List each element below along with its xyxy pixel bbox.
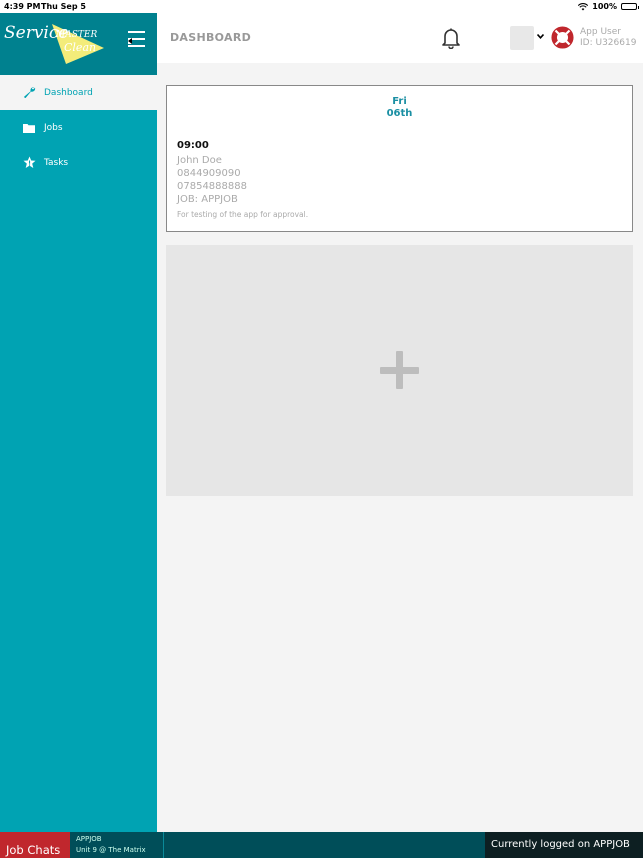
appointment-date: Fri 06th [167,96,632,120]
star-badge-icon [22,156,36,170]
customer-phone: 0844909090 [177,168,241,179]
footer-divider [163,832,164,858]
sidebar-item-dashboard[interactable]: Dashboard [0,75,157,110]
appointment-day-number: 06th [386,108,413,119]
lifebuoy-help-icon[interactable] [551,26,574,53]
current-job-code: APPJOB [76,835,102,843]
logged-status: Currently logged on APPJOB [485,832,643,858]
appointment-time: 09:00 [177,140,209,151]
appointment-card[interactable]: Fri 06th 09:00 John Doe 0844909090 07854… [166,85,633,232]
chevron-down-icon[interactable] [536,32,545,41]
collapse-arrow-icon [128,38,132,44]
top-header: DASHBOARD App User ID: U326619 [157,13,643,63]
sidebar: Service MASTER Clean Dashboard Jobs Task… [0,13,157,832]
sidebar-item-label: Jobs [44,122,63,133]
customer-name: John Doe [177,155,222,166]
sidebar-item-label: Dashboard [44,87,93,98]
status-date: Thu Sep 5 [41,2,86,11]
user-id: ID: U326619 [580,38,637,48]
company-avatar[interactable] [510,26,534,50]
current-job-address: Unit 9 @ The Matrix [76,846,146,854]
job-chats-button[interactable]: Job Chats [0,832,70,858]
folder-icon [22,121,36,135]
user-name: App User [580,27,621,37]
menu-toggle-button[interactable] [122,31,148,51]
status-right: 100% [578,2,639,11]
status-bar: 4:39 PM Thu Sep 5 100% [0,0,643,13]
appointment-day: Fri [392,96,407,107]
logo-master: MASTER [56,30,98,40]
page-title: DASHBOARD [170,31,252,44]
job-reference: JOB: APPJOB [177,194,238,205]
battery-icon [621,3,639,10]
sidebar-item-label: Tasks [44,157,69,168]
job-note: For testing of the app for approval. [177,210,309,219]
customer-mobile: 07854888888 [177,181,247,192]
sidebar-item-jobs[interactable]: Jobs [0,110,157,145]
footer-bar: Job Chats APPJOB Unit 9 @ The Matrix Cur… [0,832,643,858]
notification-bell-icon[interactable] [441,27,461,53]
logo-clean: Clean [64,41,97,54]
wifi-icon [578,2,589,10]
sidebar-item-tasks[interactable]: Tasks [0,145,157,180]
add-widget-button[interactable] [166,245,633,496]
logo-area: Service MASTER Clean [0,13,157,75]
status-time: 4:39 PM [4,2,41,11]
wrench-icon [22,86,36,100]
battery-percent: 100% [592,2,617,11]
